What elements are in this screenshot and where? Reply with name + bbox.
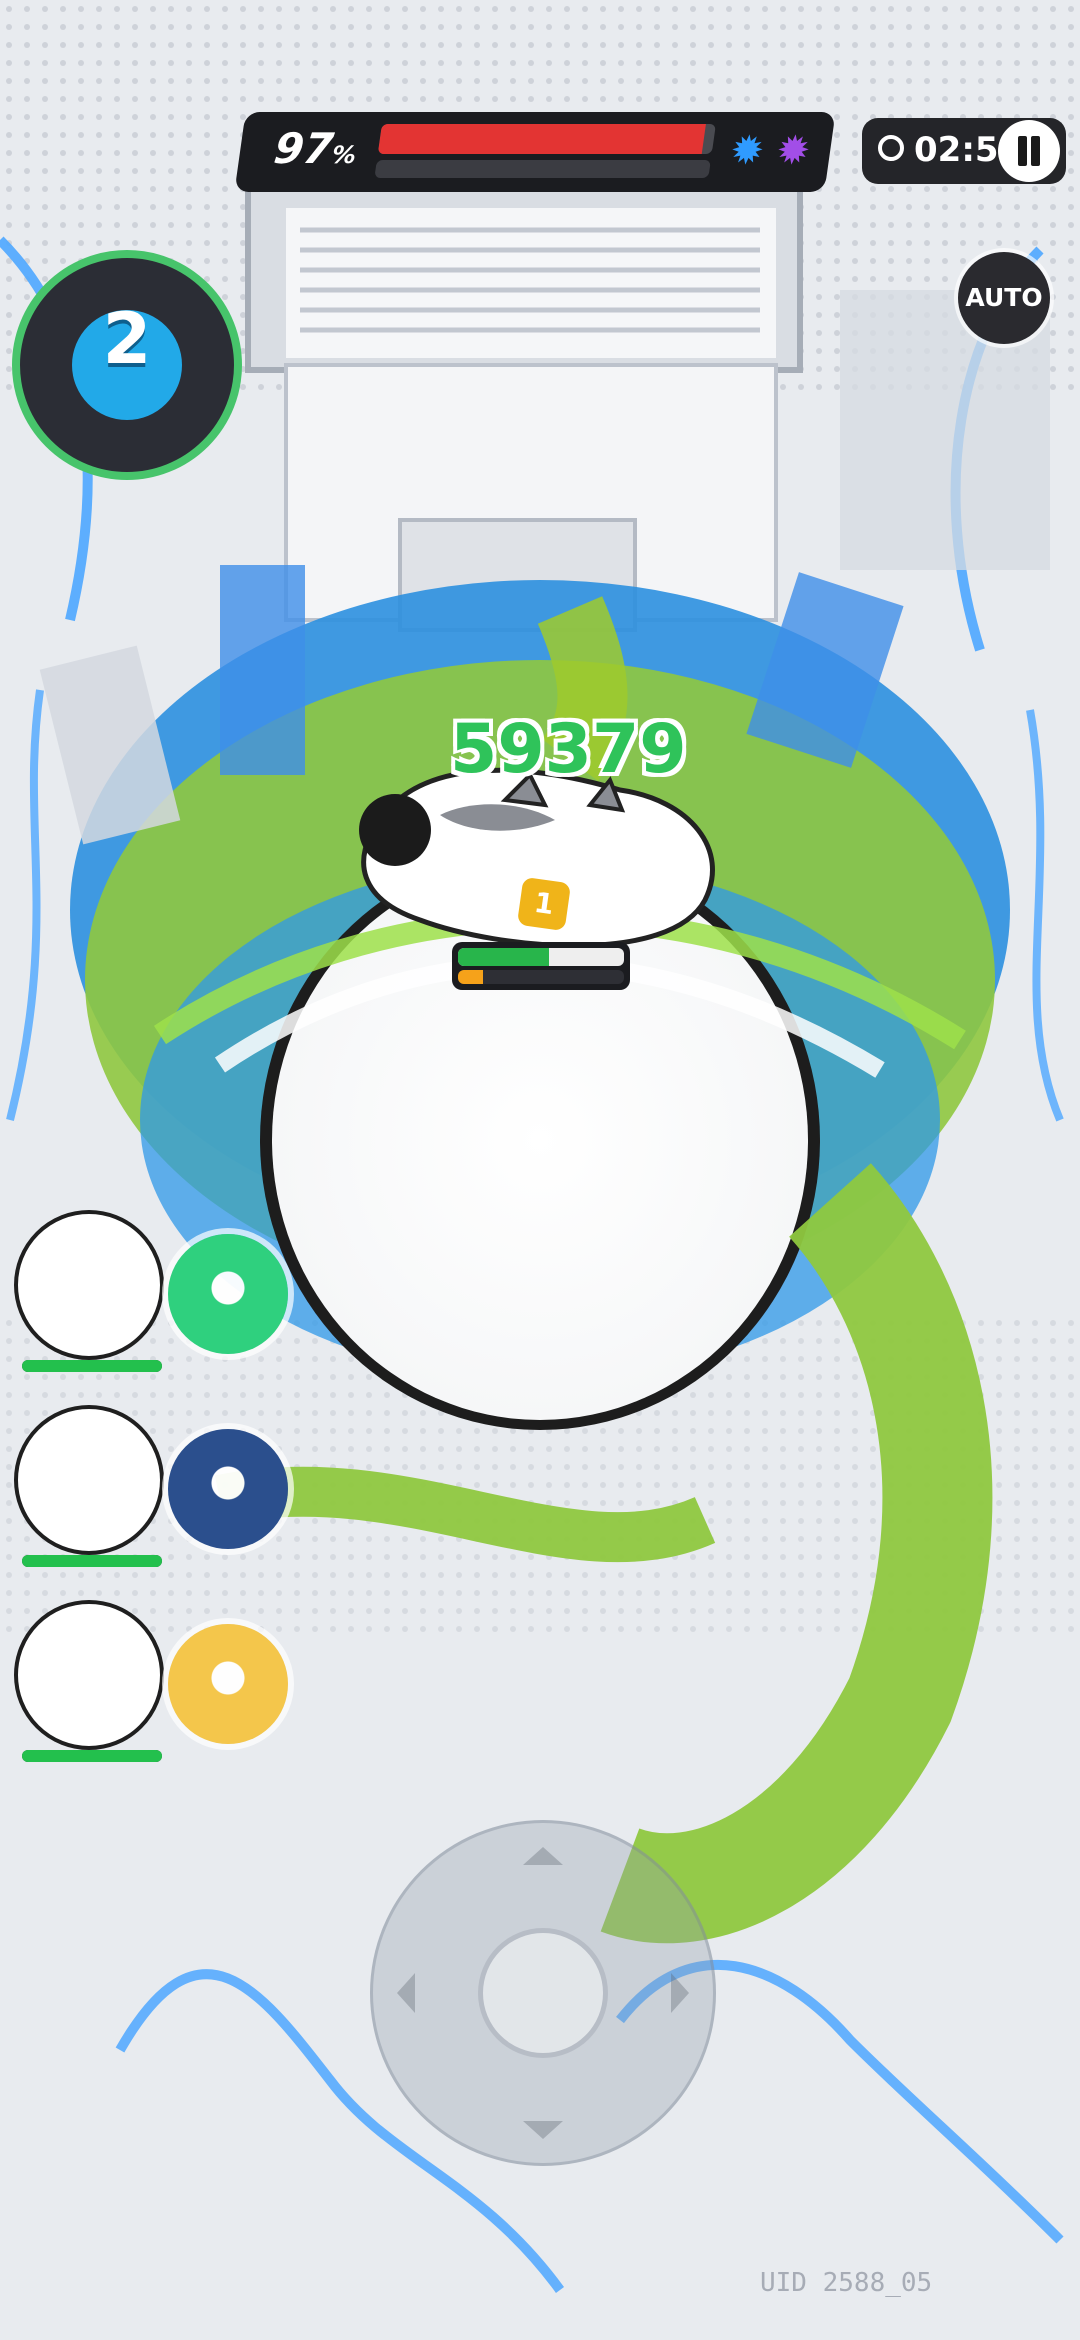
enemy-hp-panel [452, 942, 630, 990]
purple-gear-icon: ✹ [773, 128, 814, 174]
party-panel [0, 1210, 330, 1790]
enemy-special-track [458, 970, 624, 984]
member-3-hp-fill [22, 1750, 162, 1762]
boss-hp-percent: 97% [271, 124, 359, 173]
enemy-hp-track [458, 948, 624, 966]
green-skill-button[interactable] [168, 1234, 288, 1354]
combo-meter: 2 [12, 250, 242, 480]
member-2-hp-fill [22, 1555, 162, 1567]
joystick-left-icon [397, 1973, 415, 2013]
boss-status-panel: 97% ✹ ✹ [234, 112, 836, 192]
enemy-hp-fill [458, 948, 550, 966]
uid-watermark: UID 2588_05 [760, 2268, 933, 2298]
joystick-up-icon [523, 1847, 563, 1865]
joystick-right-icon [671, 1973, 689, 2013]
orange-hair-member-portrait[interactable] [14, 1600, 164, 1750]
pause-button[interactable] [998, 120, 1060, 182]
blue-skill-button[interactable] [168, 1429, 288, 1549]
boss-hp-bar [377, 124, 716, 154]
member-2-hp-bar [22, 1555, 162, 1567]
weakness-icons: ✹ ✹ [727, 128, 813, 174]
joystick-knob[interactable] [478, 1928, 608, 2058]
party-member-2[interactable] [0, 1405, 330, 1575]
member-1-hp-bar [22, 1360, 162, 1372]
green-hair-member-portrait[interactable] [14, 1210, 164, 1360]
enemy-special-fill [458, 970, 483, 984]
member-3-hp-bar [22, 1750, 162, 1762]
blue-hair-member-portrait[interactable] [14, 1405, 164, 1555]
yellow-skill-button[interactable] [168, 1624, 288, 1744]
auto-button[interactable]: AUTO [958, 252, 1050, 344]
damage-number: 59379 [450, 710, 687, 789]
enemy-rank-badge: 1 [516, 876, 572, 932]
member-1-hp-fill [22, 1360, 162, 1372]
party-member-3[interactable] [0, 1600, 330, 1770]
joystick-down-icon [523, 2121, 563, 2139]
combo-count: 2 [102, 298, 152, 380]
boss-hp-fill [377, 124, 706, 154]
blue-gear-icon: ✹ [727, 128, 768, 174]
boss-shield-bar [374, 160, 711, 178]
party-member-1[interactable] [0, 1210, 330, 1380]
clock-icon [878, 135, 904, 161]
virtual-joystick[interactable] [370, 1820, 716, 2166]
